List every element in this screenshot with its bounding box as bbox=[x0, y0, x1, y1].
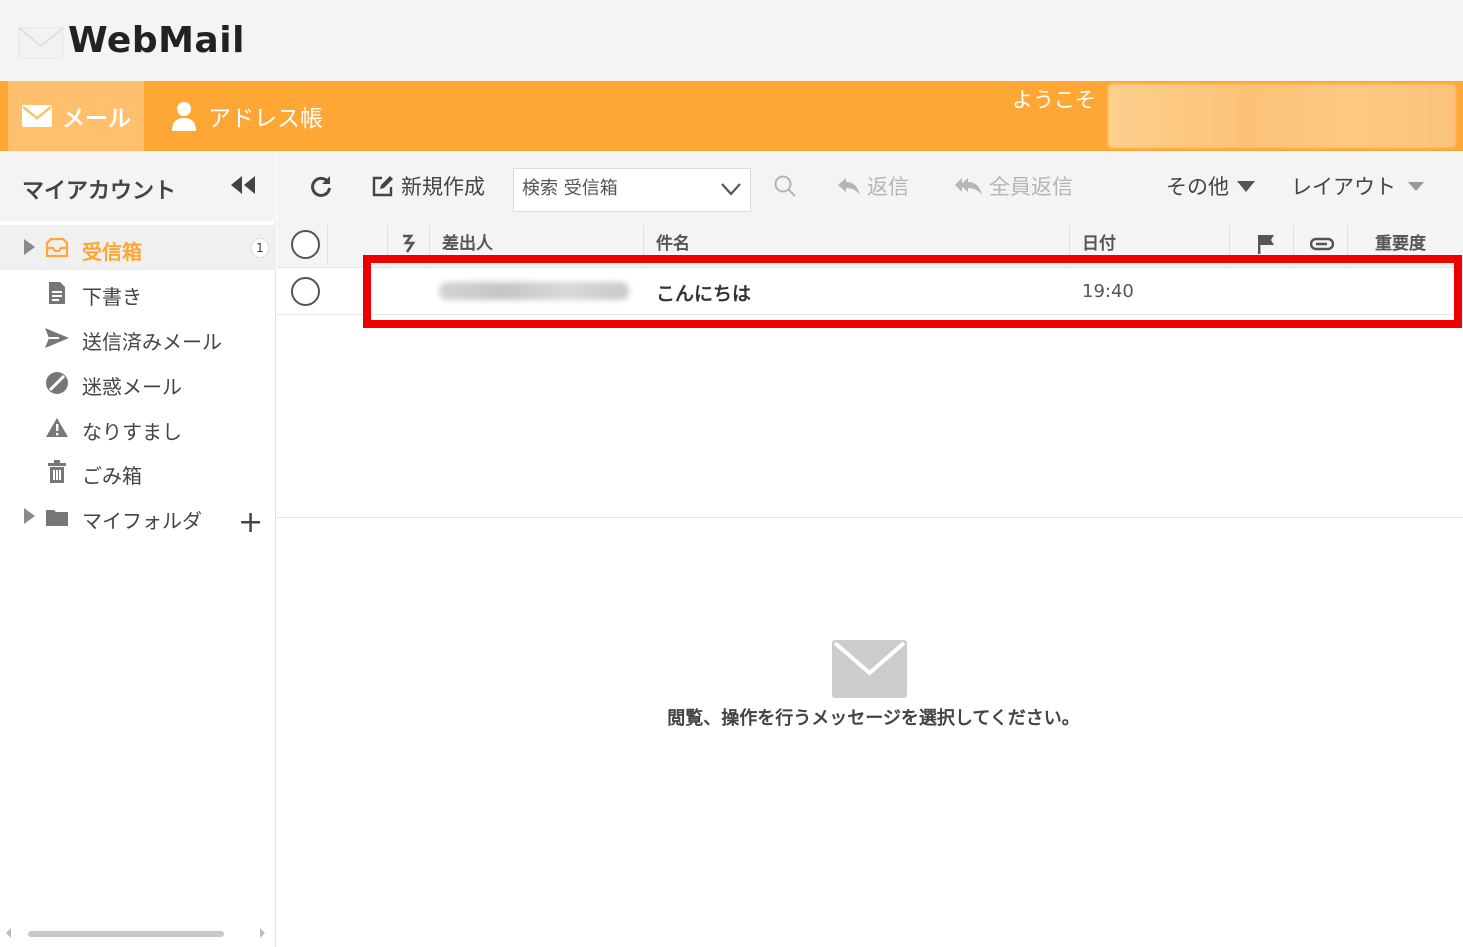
logo-text: WebMail bbox=[68, 20, 245, 61]
sidebar-item-label: ごみ箱 bbox=[82, 464, 142, 488]
refresh-icon bbox=[311, 176, 331, 197]
tab-mail-label: メール bbox=[62, 106, 131, 132]
search-button[interactable] bbox=[773, 151, 803, 221]
user-name-redacted bbox=[1108, 84, 1456, 148]
highlight-box bbox=[363, 255, 1462, 328]
tab-address-book-label: アドレス帳 bbox=[208, 106, 323, 132]
refresh-button[interactable] bbox=[309, 151, 339, 221]
envelope-logo-icon bbox=[18, 26, 64, 58]
welcome-text: ようこそ bbox=[1012, 88, 1096, 112]
sidebar-item-inbox[interactable]: 受信箱 1 bbox=[0, 225, 276, 270]
sidebar-item-spam[interactable]: 迷惑メール bbox=[0, 360, 276, 405]
flag-icon[interactable] bbox=[1257, 234, 1275, 254]
sidebar-item-label: 受信箱 bbox=[82, 240, 142, 264]
reply-all-label: 全員返信 bbox=[989, 175, 1073, 199]
sidebar: マイアカウント 受信箱 1 下書き 送信済みメール 迷惑メール なりすまし ごみ… bbox=[0, 151, 276, 947]
sidebar-item-spoofing[interactable]: なりすまし bbox=[0, 405, 276, 450]
block-icon bbox=[46, 372, 68, 394]
reply-all-icon bbox=[955, 178, 982, 195]
layout-menu-button[interactable]: レイアウト bbox=[1291, 151, 1424, 221]
sidebar-item-label: 迷惑メール bbox=[82, 375, 182, 399]
unread-count-badge: 1 bbox=[251, 238, 269, 258]
caret-down-icon bbox=[1237, 180, 1255, 192]
account-title: マイアカウント bbox=[22, 179, 177, 204]
sidebar-horizontal-scrollbar[interactable] bbox=[0, 923, 276, 943]
sidebar-item-trash[interactable]: ごみ箱 bbox=[0, 449, 276, 494]
trash-icon bbox=[48, 460, 66, 483]
scrollbar-thumb[interactable] bbox=[28, 931, 224, 937]
sidebar-item-label: 送信済みメール bbox=[82, 330, 222, 354]
preview-placeholder-text: 閲覧、操作を行うメッセージを選択してください。 bbox=[667, 708, 1080, 729]
search-input[interactable] bbox=[522, 178, 712, 199]
expand-arrow-icon[interactable] bbox=[24, 508, 35, 524]
more-label: その他 bbox=[1166, 175, 1229, 199]
scroll-left-arrow-icon[interactable] bbox=[6, 928, 11, 938]
envelope-placeholder-icon bbox=[832, 640, 907, 698]
compose-label: 新規作成 bbox=[401, 175, 485, 199]
compose-button[interactable]: 新規作成 bbox=[371, 151, 485, 221]
inbox-icon bbox=[45, 237, 69, 258]
mail-toolbar: 新規作成 返信 全員返信 その他 レイアウト bbox=[277, 151, 1463, 221]
layout-label: レイアウト bbox=[1291, 175, 1396, 199]
send-icon bbox=[45, 328, 69, 348]
tab-mail[interactable]: メール bbox=[8, 81, 144, 151]
reply-button[interactable]: 返信 bbox=[837, 151, 909, 221]
sidebar-item-my-folders[interactable]: マイフォルダ bbox=[0, 494, 276, 539]
folder-icon bbox=[46, 510, 68, 526]
sidebar-item-sent[interactable]: 送信済みメール bbox=[0, 315, 276, 360]
sidebar-header: マイアカウント bbox=[0, 151, 276, 221]
scroll-right-arrow-icon[interactable] bbox=[260, 928, 265, 938]
reply-icon bbox=[838, 178, 860, 195]
pane-divider[interactable] bbox=[277, 517, 1463, 518]
add-folder-button[interactable]: + bbox=[238, 508, 263, 538]
reply-all-button[interactable]: 全員返信 bbox=[955, 151, 1073, 221]
sidebar-item-label: なりすまし bbox=[82, 420, 182, 444]
more-menu-button[interactable]: その他 bbox=[1166, 151, 1255, 221]
person-icon bbox=[172, 102, 196, 131]
compose-icon bbox=[372, 176, 393, 197]
expand-arrow-icon[interactable] bbox=[24, 239, 35, 255]
sidebar-item-drafts[interactable]: 下書き bbox=[0, 270, 276, 315]
search-field[interactable] bbox=[513, 168, 751, 212]
warning-icon bbox=[46, 418, 68, 437]
sidebar-item-label: マイフォルダ bbox=[82, 509, 202, 533]
reply-label: 返信 bbox=[867, 175, 909, 199]
document-icon bbox=[49, 282, 65, 304]
app-header: WebMail bbox=[0, 0, 1463, 81]
message-select-checkbox[interactable] bbox=[291, 277, 320, 306]
select-all-checkbox[interactable] bbox=[291, 230, 320, 259]
tab-address-book[interactable]: アドレス帳 bbox=[170, 81, 323, 151]
attachment-icon[interactable] bbox=[1310, 237, 1334, 251]
logo: WebMail bbox=[18, 20, 245, 61]
sidebar-item-label: 下書き bbox=[82, 285, 142, 309]
double-chevron-left-icon[interactable] bbox=[230, 176, 256, 194]
thread-icon[interactable] bbox=[401, 234, 417, 254]
mail-icon bbox=[22, 105, 52, 127]
chevron-down-icon[interactable] bbox=[720, 181, 742, 197]
search-icon bbox=[774, 175, 796, 197]
caret-down-icon bbox=[1408, 181, 1424, 191]
